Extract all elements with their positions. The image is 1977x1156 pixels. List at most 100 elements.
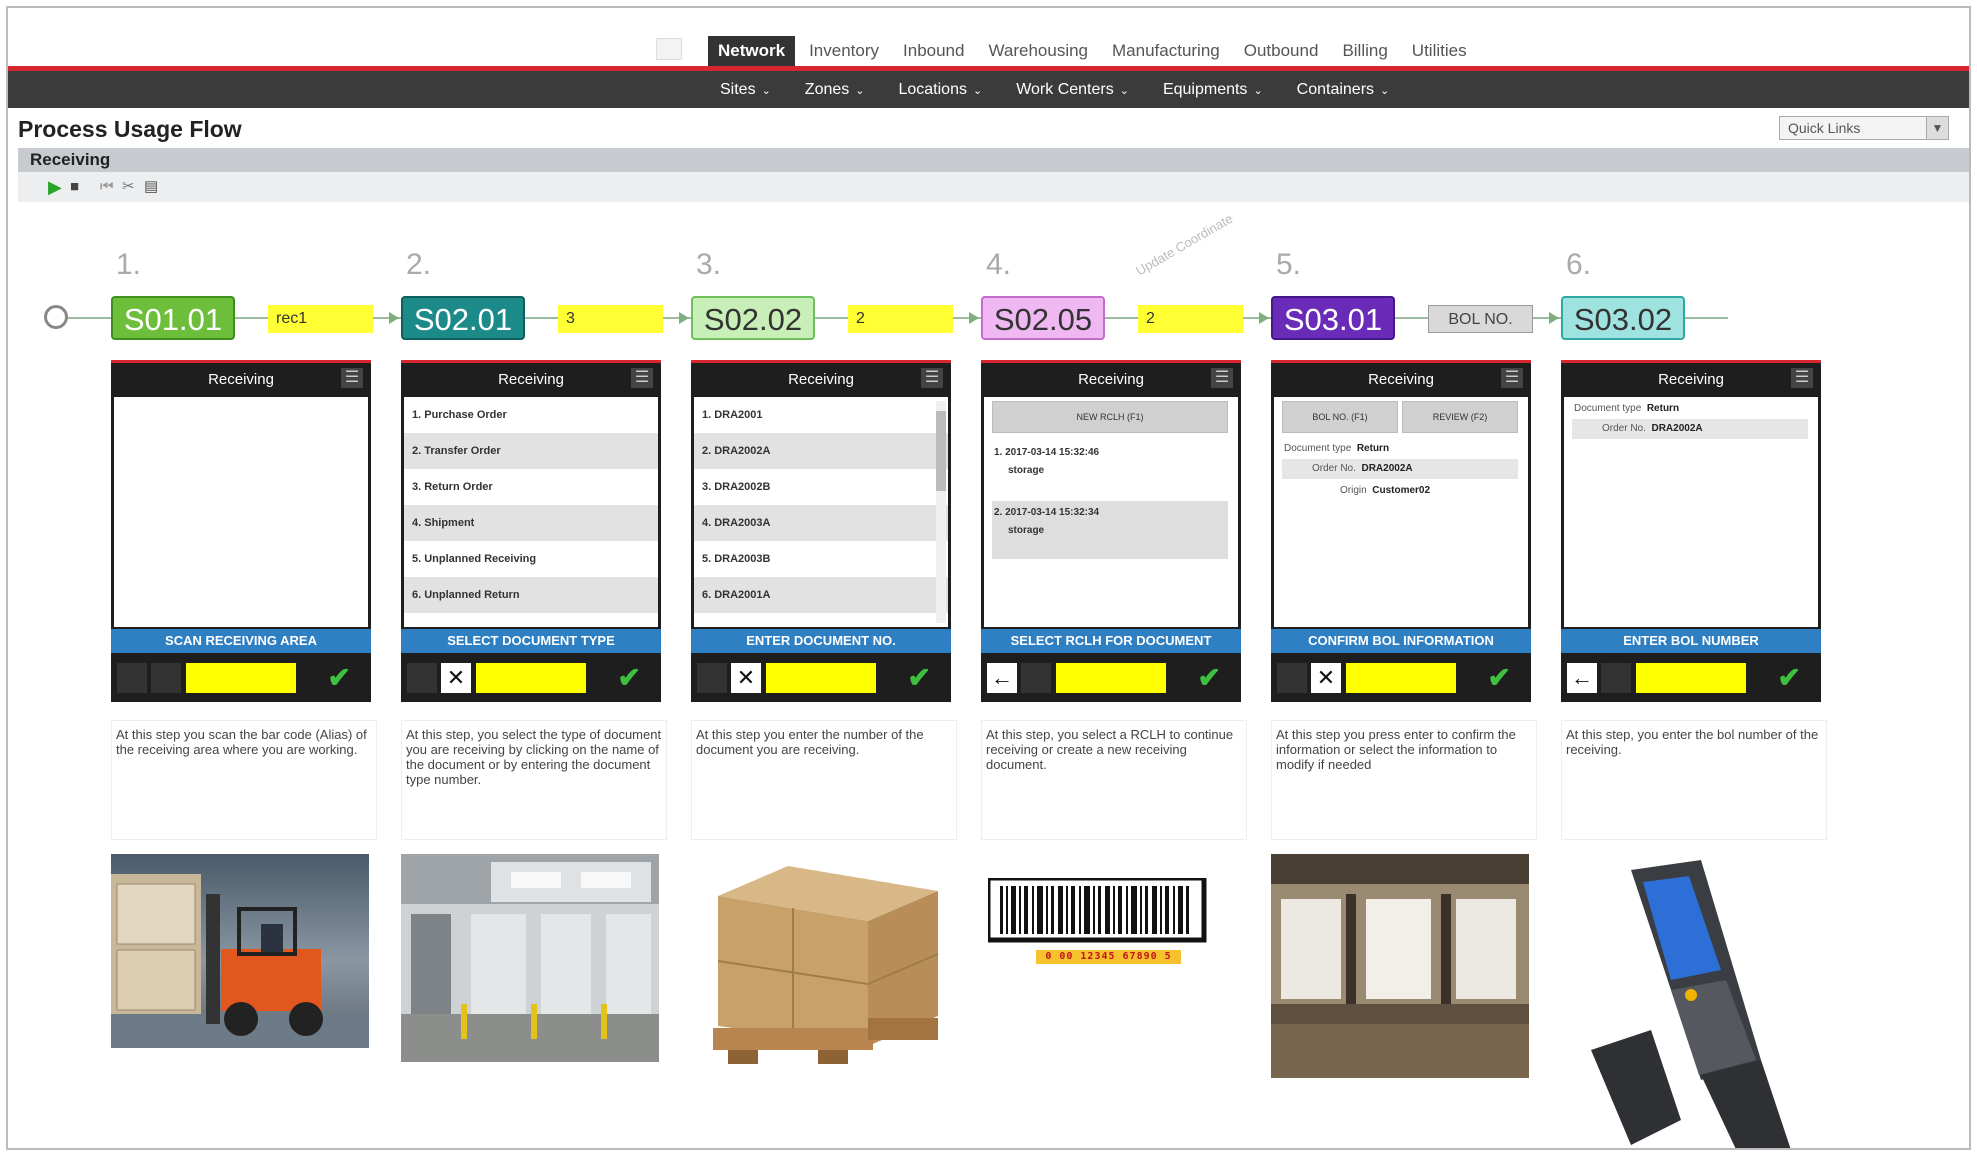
device-header-title: Receiving — [1078, 371, 1144, 388]
list-item[interactable]: 4. DRA2003A — [694, 505, 948, 541]
scrollbar-thumb[interactable] — [936, 411, 946, 491]
scissors-icon[interactable]: ✂ — [122, 177, 135, 197]
subnav-work-centers[interactable]: Work Centers ⌄ — [1016, 71, 1129, 108]
scan-input[interactable] — [186, 663, 296, 693]
check-icon[interactable]: ✔ — [1488, 661, 1511, 694]
menu-icon[interactable]: ☰ — [1501, 368, 1523, 388]
document-number-input[interactable] — [766, 663, 876, 693]
check-icon[interactable]: ✔ — [618, 661, 641, 694]
list-item[interactable]: 1. DRA2001 — [694, 397, 948, 433]
flow-condition[interactable]: 2 — [1138, 305, 1243, 333]
list-item[interactable]: 6. DRA2001A — [694, 577, 948, 613]
close-icon[interactable]: ✕ — [731, 663, 761, 693]
blank-button[interactable] — [1277, 663, 1307, 693]
check-icon[interactable]: ✔ — [1778, 661, 1801, 694]
review-button[interactable]: REVIEW (F2) — [1402, 401, 1518, 433]
chevron-down-icon: ⌄ — [855, 85, 865, 97]
step-number: 3. — [696, 248, 722, 281]
flow-start-node[interactable] — [44, 305, 68, 329]
quick-links-select[interactable]: Quick Links ▼ — [1779, 116, 1949, 140]
flow-node-s02-05[interactable]: S02.05 — [981, 296, 1105, 340]
tab-warehousing[interactable]: Warehousing — [978, 36, 1098, 66]
device-header-title: Receiving — [208, 371, 274, 388]
tab-inventory[interactable]: Inventory — [799, 36, 889, 66]
flow-node-s03-01[interactable]: S03.01 — [1271, 296, 1395, 340]
app-logo[interactable] — [656, 38, 682, 60]
document-type-input[interactable] — [476, 663, 586, 693]
forklift-illustration — [111, 874, 369, 1048]
play-icon[interactable]: ▶ — [48, 177, 62, 197]
tab-outbound[interactable]: Outbound — [1234, 36, 1329, 66]
step-description: At this step you scan the bar code (Alia… — [111, 720, 377, 840]
tab-inbound[interactable]: Inbound — [893, 36, 974, 66]
field-value: Return — [1356, 443, 1390, 454]
list-item[interactable]: 2. Transfer Order — [404, 433, 658, 469]
menu-icon[interactable]: ☰ — [631, 368, 653, 388]
scrollbar[interactable] — [936, 401, 946, 623]
flow-node-s01-01[interactable]: S01.01 — [111, 296, 235, 340]
rclh-input[interactable] — [1056, 663, 1166, 693]
flow-condition[interactable]: BOL NO. — [1428, 305, 1533, 333]
list-item[interactable]: 5. DRA2003B — [694, 541, 948, 577]
chevron-down-icon[interactable]: ▼ — [1926, 117, 1948, 139]
flow-condition[interactable]: 2 — [848, 305, 953, 333]
device-body: BOL NO. (F1) REVIEW (F2) Document type R… — [1274, 397, 1528, 627]
check-icon[interactable]: ✔ — [328, 661, 351, 694]
list-item[interactable]: 6. Unplanned Return — [404, 577, 658, 613]
bol-number-input[interactable] — [1636, 663, 1746, 693]
menu-icon[interactable]: ☰ — [1791, 368, 1813, 388]
rclh-entry-date[interactable]: 1. 2017-03-14 15:32:46 — [994, 447, 1099, 458]
flow-node-s02-01[interactable]: S02.01 — [401, 296, 525, 340]
tab-billing[interactable]: Billing — [1332, 36, 1397, 66]
flow-node-s03-02[interactable]: S03.02 — [1561, 296, 1685, 340]
rclh-entry-sub: storage — [1008, 525, 1045, 536]
save-icon[interactable]: ▤ — [144, 177, 158, 197]
back-arrow-icon[interactable]: ← — [987, 663, 1017, 693]
confirm-input[interactable] — [1346, 663, 1456, 693]
check-icon[interactable]: ✔ — [1198, 661, 1221, 694]
back-arrow-icon[interactable]: ← — [1567, 663, 1597, 693]
tab-network[interactable]: Network — [708, 36, 796, 66]
subnav-zones[interactable]: Zones ⌄ — [805, 71, 865, 108]
blank-button[interactable] — [151, 663, 181, 693]
flow-condition[interactable]: 3 — [558, 305, 663, 333]
blank-button[interactable] — [117, 663, 147, 693]
blank-button[interactable] — [1021, 663, 1051, 693]
subnav-locations[interactable]: Locations ⌄ — [898, 71, 982, 108]
step-description: At this step you press enter to confirm … — [1271, 720, 1537, 840]
check-icon[interactable]: ✔ — [908, 661, 931, 694]
menu-icon[interactable]: ☰ — [921, 368, 943, 388]
new-rclh-button[interactable]: NEW RCLH (F1) — [992, 401, 1228, 433]
subnav-equipments[interactable]: Equipments ⌄ — [1163, 71, 1263, 108]
field-row: Origin Customer02 — [1340, 485, 1430, 496]
close-icon[interactable]: ✕ — [441, 663, 471, 693]
menu-icon[interactable]: ☰ — [1211, 368, 1233, 388]
list-item[interactable]: 4. Shipment — [404, 505, 658, 541]
tab-utilities[interactable]: Utilities — [1402, 36, 1477, 66]
field-key: Order No. — [1312, 463, 1356, 474]
chevron-down-icon: ⌄ — [1253, 85, 1263, 97]
subnav-containers[interactable]: Containers ⌄ — [1297, 71, 1390, 108]
list-item[interactable]: 3. Return Order — [404, 469, 658, 505]
list-item[interactable]: 1. Purchase Order — [404, 397, 658, 433]
tab-manufacturing[interactable]: Manufacturing — [1102, 36, 1230, 66]
step-back-icon[interactable]: ⏮ — [100, 177, 114, 197]
blank-button[interactable] — [407, 663, 437, 693]
subnav-locations-label: Locations — [898, 81, 967, 98]
flow-node-s02-02[interactable]: S02.02 — [691, 296, 815, 340]
subnav-sites[interactable]: Sites ⌄ — [720, 71, 771, 108]
blank-button[interactable] — [1601, 663, 1631, 693]
flow-toolbar: ▶ ■ ⏮ ✂ ▤ — [18, 172, 1969, 202]
stop-icon[interactable]: ■ — [70, 177, 79, 197]
device-screen-6: Receiving ☰ Document type Return Order No… — [1561, 360, 1821, 702]
list-item[interactable]: 5. Unplanned Receiving — [404, 541, 658, 577]
list-item[interactable]: 3. DRA2002B — [694, 469, 948, 505]
list-item[interactable]: 2. DRA2002A — [694, 433, 948, 469]
blank-button[interactable] — [697, 663, 727, 693]
bol-no-button[interactable]: BOL NO. (F1) — [1282, 401, 1398, 433]
close-icon[interactable]: ✕ — [1311, 663, 1341, 693]
step-description: At this step, you select the type of doc… — [401, 720, 667, 840]
menu-icon[interactable]: ☰ — [341, 368, 363, 388]
flow-condition[interactable]: rec1 — [268, 305, 373, 333]
field-key: Document type — [1284, 443, 1352, 454]
